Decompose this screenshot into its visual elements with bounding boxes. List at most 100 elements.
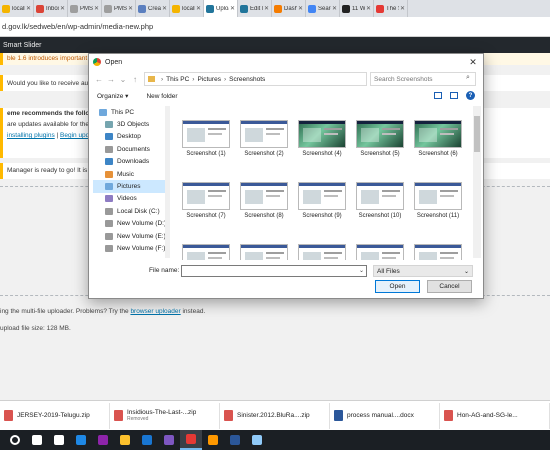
- close-icon[interactable]: ✕: [298, 5, 303, 12]
- browser-tab[interactable]: Edit M✕: [238, 0, 272, 17]
- new-folder-button[interactable]: New folder: [146, 93, 177, 100]
- breadcrumb[interactable]: › This PC › Pictures › Screenshots ↻: [144, 72, 421, 86]
- browser-tab[interactable]: Uploa✕: [204, 0, 238, 17]
- address-bar[interactable]: d.gov.lk/sedweb/en/wp-admin/media-new.ph…: [0, 17, 550, 37]
- taskbar-button[interactable]: [48, 430, 70, 450]
- taskbar-button[interactable]: [136, 430, 158, 450]
- recent-dropdown-icon[interactable]: ⌄: [117, 72, 129, 86]
- browser-tab[interactable]: Creat✕: [136, 0, 170, 17]
- preview-pane-icon[interactable]: [450, 92, 458, 99]
- breadcrumb-this-pc[interactable]: This PC: [166, 76, 189, 83]
- download-item[interactable]: Insidious-The-Last-...zip Removed: [110, 402, 220, 429]
- nav-item[interactable]: New Volume (D:): [93, 218, 165, 230]
- nav-item[interactable]: Desktop: [93, 131, 165, 143]
- chevron-down-icon[interactable]: ⌄: [359, 267, 364, 274]
- nav-item[interactable]: Documents: [93, 143, 165, 155]
- browser-uploader-link[interactable]: browser uploader: [130, 308, 180, 315]
- back-arrow-icon[interactable]: ←: [93, 72, 105, 86]
- browser-tab[interactable]: PMS ✕: [68, 0, 102, 17]
- browser-tab[interactable]: Searc✕: [306, 0, 340, 17]
- organize-button[interactable]: Organize ▾: [97, 92, 128, 100]
- close-icon[interactable]: ✕: [400, 5, 405, 12]
- close-icon[interactable]: ✕: [26, 5, 31, 12]
- scrollbar-thumb[interactable]: [474, 116, 480, 152]
- taskbar-button[interactable]: [158, 430, 180, 450]
- taskbar-button[interactable]: [92, 430, 114, 450]
- nav-item[interactable]: This PC: [93, 106, 165, 118]
- navigation-pane: This PC 3D Objects Desktop Documents Downloa…: [93, 106, 165, 258]
- close-icon[interactable]: ✕: [230, 5, 235, 12]
- open-button[interactable]: Open: [375, 280, 420, 293]
- cancel-button[interactable]: Cancel: [427, 280, 472, 293]
- file-item[interactable]: Screenshot (5): [351, 120, 409, 168]
- nav-item[interactable]: Music: [93, 168, 165, 180]
- browser-tab[interactable]: PMS ✕: [102, 0, 136, 17]
- file-item[interactable]: Screenshot (9): [293, 182, 351, 230]
- close-icon[interactable]: ✕: [466, 55, 480, 69]
- nav-item[interactable]: Local Disk (C:): [93, 205, 165, 217]
- download-item[interactable]: Hon-AG-and-SG-le...: [440, 402, 550, 429]
- file-item[interactable]: [293, 244, 351, 260]
- filename-input[interactable]: [181, 265, 367, 277]
- browser-tab[interactable]: The S✕: [374, 0, 408, 17]
- nav-item[interactable]: Videos: [93, 193, 165, 205]
- taskbar-button[interactable]: [246, 430, 268, 450]
- nav-item[interactable]: Downloads: [93, 156, 165, 168]
- nav-item[interactable]: 3D Objects: [93, 118, 165, 130]
- navigation-pane-scrollbar[interactable]: [165, 106, 170, 258]
- taskbar-button[interactable]: [70, 430, 92, 450]
- file-item[interactable]: Screenshot (1): [177, 120, 235, 168]
- file-item[interactable]: [235, 244, 293, 260]
- file-item[interactable]: Screenshot (11): [409, 182, 467, 230]
- close-icon[interactable]: ✕: [162, 5, 167, 12]
- address-url[interactable]: d.gov.lk/sedweb/en/wp-admin/media-new.ph…: [2, 22, 153, 31]
- nav-item[interactable]: Pictures: [93, 180, 165, 193]
- taskbar-button[interactable]: [26, 430, 48, 450]
- browser-tab[interactable]: Inbox✕: [34, 0, 68, 17]
- taskbar-button[interactable]: [4, 430, 26, 450]
- close-icon[interactable]: ✕: [196, 5, 201, 12]
- search-icon[interactable]: ⌕: [466, 74, 475, 83]
- close-icon[interactable]: ✕: [128, 5, 133, 12]
- file-item[interactable]: Screenshot (8): [235, 182, 293, 230]
- breadcrumb-pictures[interactable]: Pictures: [197, 76, 220, 83]
- breadcrumb-screenshots[interactable]: Screenshots: [229, 76, 265, 83]
- browser-tab[interactable]: localh✕: [0, 0, 34, 17]
- file-list-scrollbar[interactable]: [473, 106, 481, 258]
- browser-tab[interactable]: localh✕: [170, 0, 204, 17]
- view-options-icon[interactable]: [434, 92, 442, 99]
- file-item[interactable]: Screenshot (7): [177, 182, 235, 230]
- up-arrow-icon[interactable]: ↑: [129, 72, 141, 86]
- file-item[interactable]: Screenshot (10): [351, 182, 409, 230]
- file-item[interactable]: [409, 244, 467, 260]
- close-icon[interactable]: ✕: [60, 5, 65, 12]
- dialog-titlebar[interactable]: Open ✕: [89, 54, 483, 70]
- close-icon[interactable]: ✕: [332, 5, 337, 12]
- taskbar-button[interactable]: [202, 430, 224, 450]
- file-item[interactable]: Screenshot (4): [293, 120, 351, 168]
- download-item[interactable]: JERSEY-2019-Telugu.zip: [0, 402, 110, 429]
- download-item[interactable]: Sinister.2012.BluRa....zip: [220, 402, 330, 429]
- close-icon[interactable]: ✕: [94, 5, 99, 12]
- browser-tab[interactable]: 11 W ✕: [340, 0, 374, 17]
- close-icon[interactable]: ✕: [366, 5, 371, 12]
- help-icon[interactable]: ?: [466, 91, 475, 100]
- file-item[interactable]: Screenshot (6): [409, 120, 467, 168]
- nav-item[interactable]: New Volume (F:): [93, 242, 165, 254]
- close-icon[interactable]: ✕: [264, 5, 269, 12]
- search-input[interactable]: [370, 72, 476, 86]
- begin-updating-link[interactable]: Begin upd: [60, 132, 89, 139]
- download-item[interactable]: process manual....docx: [330, 402, 440, 429]
- file-item[interactable]: [351, 244, 409, 260]
- file-item[interactable]: Screenshot (2): [235, 120, 293, 168]
- browser-tab[interactable]: Dashb✕: [272, 0, 306, 17]
- forward-arrow-icon[interactable]: →: [105, 72, 117, 86]
- file-item[interactable]: [177, 244, 235, 260]
- admin-bar-smart-slider[interactable]: Smart Slider: [3, 42, 42, 49]
- filetype-select[interactable]: All Files ⌄: [373, 265, 473, 277]
- taskbar-button[interactable]: [180, 430, 202, 450]
- installing-plugins-link[interactable]: installing plugins: [7, 132, 55, 139]
- taskbar-button[interactable]: [224, 430, 246, 450]
- taskbar-button[interactable]: [114, 430, 136, 450]
- nav-item[interactable]: New Volume (E:): [93, 230, 165, 242]
